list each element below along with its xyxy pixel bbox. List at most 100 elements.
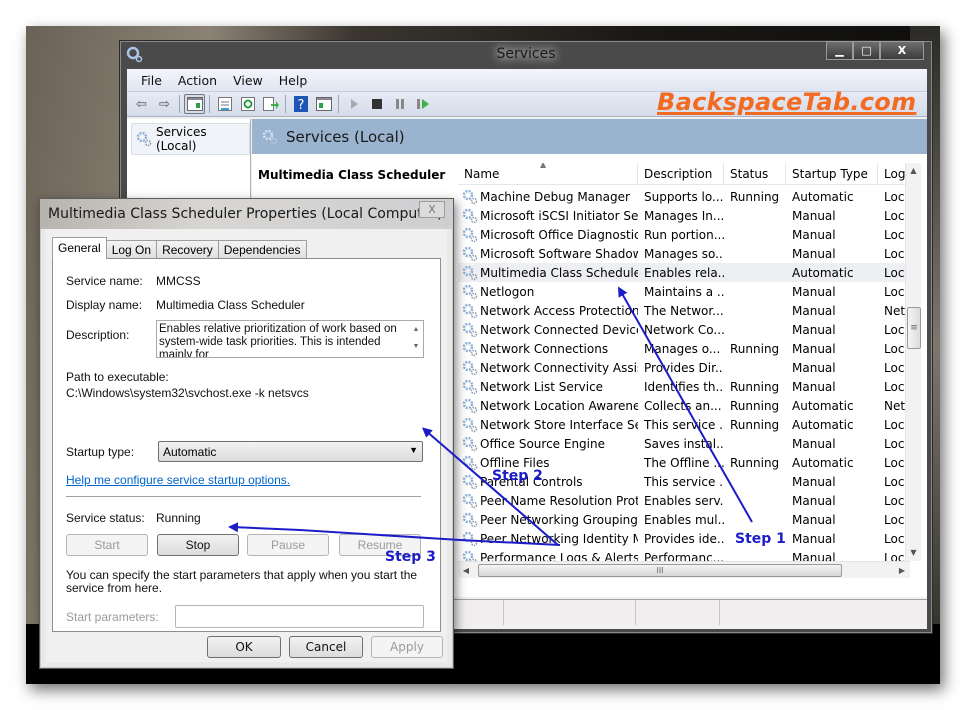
service-name-cell: Peer Name Resolution Prot... [458, 493, 638, 509]
service-row[interactable]: Peer Networking Grouping Enables mul... Ma… [458, 510, 910, 529]
service-description-cell: Provides ide... [644, 531, 724, 546]
stop-service-icon[interactable] [366, 94, 387, 114]
maximize-button[interactable]: □ [853, 41, 880, 60]
service-startup-cell: Manual [792, 246, 836, 261]
show-hide-action-pane-icon[interactable] [313, 94, 334, 114]
service-row[interactable]: Multimedia Class Scheduler Enables rela..… [458, 263, 910, 282]
minimize-button[interactable]: ▁ [826, 41, 853, 60]
startup-type-label: Startup type: [66, 445, 135, 459]
help-configure-startup-link[interactable]: Help me configure service startup option… [66, 473, 290, 487]
startup-type-select[interactable]: Automatic ▼ [158, 441, 423, 462]
description-label: Description: [66, 328, 130, 342]
service-name-cell: Network Access Protection ... [458, 303, 638, 319]
properties-icon[interactable] [214, 94, 235, 114]
cancel-button[interactable]: Cancel [289, 636, 363, 658]
gear-icon [462, 398, 478, 413]
export-list-icon[interactable] [260, 94, 281, 114]
service-startup-cell: Manual [792, 227, 836, 242]
column-header-startup-type[interactable]: Startup Type [786, 163, 878, 184]
gear-icon [462, 227, 478, 242]
show-hide-console-tree-icon[interactable] [184, 94, 205, 114]
column-header-description[interactable]: Description [638, 163, 724, 184]
ok-button[interactable]: OK [207, 636, 281, 658]
refresh-icon[interactable] [237, 94, 258, 114]
service-row[interactable]: Network List Service Identifies th... Runn… [458, 377, 910, 396]
service-startup-cell: Automatic [792, 189, 854, 204]
services-titlebar[interactable]: Services ▁ □ X [120, 41, 932, 69]
scroll-left-icon[interactable]: ◀ [458, 562, 474, 579]
service-row[interactable]: Network Connectivity Assis... Provides Di… [458, 358, 910, 377]
description-scrollbar[interactable]: ▲ ▼ [409, 321, 423, 357]
scroll-right-icon[interactable]: ▶ [894, 562, 910, 579]
menu-help[interactable]: Help [271, 73, 316, 88]
service-row[interactable]: Peer Name Resolution Prot... Enables serv… [458, 491, 910, 510]
horizontal-scrollbar[interactable]: ◀ III ▶ [458, 561, 910, 578]
service-description-cell: Network Co... [644, 322, 724, 337]
service-row[interactable]: Office Source Engine Saves instal... Manua… [458, 434, 910, 453]
service-name: Network Connections [480, 341, 609, 356]
service-row[interactable]: Network Access Protection ... The Networ.… [458, 301, 910, 320]
start-button[interactable]: Start [66, 534, 148, 556]
service-name-cell: Office Source Engine [458, 436, 638, 452]
selected-service-title: Multimedia Class Scheduler [258, 168, 446, 182]
tab-dependencies[interactable]: Dependencies [217, 240, 307, 259]
service-row[interactable]: Microsoft Software Shadow... Manages so..… [458, 244, 910, 263]
service-row[interactable]: Netlogon Maintains a ... Manual Loc [458, 282, 910, 301]
tree-item-services-local[interactable]: Services (Local) [131, 123, 250, 155]
start-parameters-input[interactable] [175, 605, 424, 628]
sort-ascending-icon: ▲ [540, 163, 547, 169]
service-row[interactable]: Network Connected Device... Network Co...… [458, 320, 910, 339]
toolbar-separator [338, 95, 339, 113]
services-list: ▲ Name Description Status Startup Type L… [458, 155, 921, 587]
service-row[interactable]: Microsoft Office Diagnostic... Run portio… [458, 225, 910, 244]
apply-button[interactable]: Apply [371, 636, 443, 658]
scroll-down-icon[interactable]: ▼ [906, 545, 921, 561]
service-row[interactable]: Network Store Interface Ser... This servi… [458, 415, 910, 434]
close-button[interactable]: X [880, 41, 924, 60]
gear-icon [462, 379, 478, 394]
tab-log-on[interactable]: Log On [105, 240, 158, 259]
dialog-close-button[interactable]: X [419, 201, 445, 218]
menu-action[interactable]: Action [170, 73, 225, 88]
service-row[interactable]: Network Connections Manages o... Running Ma… [458, 339, 910, 358]
service-name: Network Connected Device... [480, 322, 638, 337]
service-description-cell: Provides Dir... [644, 360, 724, 375]
start-service-icon[interactable] [343, 94, 364, 114]
back-arrow-icon[interactable]: ⇦ [131, 94, 152, 114]
tab-general[interactable]: General [52, 237, 107, 259]
service-row[interactable]: Peer Networking Identity M... Provides id… [458, 529, 910, 548]
service-row[interactable]: Machine Debug Manager Supports lo... Runni… [458, 187, 910, 206]
gear-icon [462, 284, 478, 299]
service-startup-cell: Manual [792, 436, 836, 451]
description-field[interactable]: Enables relative prioritization of work … [156, 320, 424, 358]
restart-service-icon[interactable] [412, 94, 433, 114]
service-description-cell: Saves instal... [644, 436, 724, 451]
service-row[interactable]: Network Location Awareness Collects an...… [458, 396, 910, 415]
help-icon[interactable]: ? [290, 94, 311, 114]
service-startup-cell: Manual [792, 303, 836, 318]
menu-view[interactable]: View [225, 73, 271, 88]
gear-icon [462, 265, 478, 280]
watermark-logo: BackspaceTab.com [657, 88, 917, 116]
forward-arrow-icon[interactable]: ⇨ [154, 94, 175, 114]
service-name-cell: Microsoft Office Diagnostic... [458, 227, 638, 243]
gear-icon [462, 455, 478, 470]
step-1-label: Step 1 [735, 531, 786, 547]
scroll-up-icon[interactable]: ▲ [906, 163, 921, 179]
service-name-label: Service name: [66, 274, 143, 288]
service-description-cell: This service ... [644, 417, 724, 432]
column-header-name[interactable]: ▲ Name [458, 163, 638, 184]
pause-service-icon[interactable] [389, 94, 410, 114]
service-row[interactable]: Microsoft iSCSI Initiator Ser... Manages … [458, 206, 910, 225]
vertical-scrollbar[interactable]: ▲ ≡ ▼ [905, 163, 921, 561]
scroll-thumb[interactable]: III [478, 564, 842, 577]
menu-file[interactable]: File [133, 73, 170, 88]
service-status-cell: Running [730, 455, 780, 470]
column-header-status[interactable]: Status [724, 163, 786, 184]
scroll-thumb[interactable]: ≡ [907, 307, 921, 349]
tab-recovery[interactable]: Recovery [156, 240, 219, 259]
dialog-titlebar[interactable]: Multimedia Class Scheduler Properties (L… [40, 199, 453, 229]
toolbar-separator [285, 95, 286, 113]
stop-button[interactable]: Stop [157, 534, 239, 556]
pause-button[interactable]: Pause [247, 534, 329, 556]
